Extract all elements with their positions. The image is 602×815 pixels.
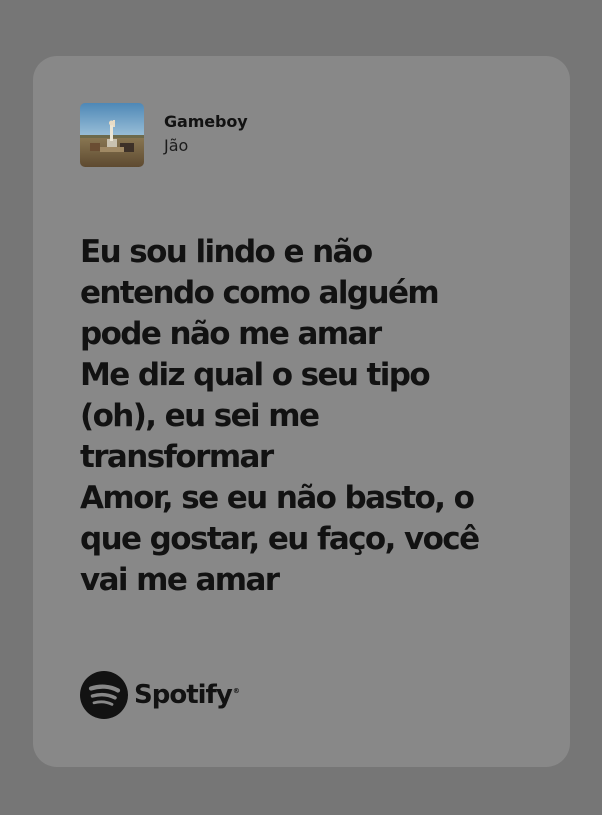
spotify-brand: Spotify ® (80, 671, 240, 719)
lyrics-card: Gameboy Jão Eu sou lindo e não entendo c… (33, 56, 570, 767)
lyric-line: (oh), eu sei me (80, 398, 320, 434)
spotify-logo-icon (80, 671, 128, 719)
track-header: Gameboy Jão (80, 103, 248, 167)
lyric-line: que gostar, eu faço, você (80, 521, 480, 557)
lyric-line: vai me amar (80, 562, 280, 598)
album-cover (80, 103, 144, 167)
track-artist: Jão (164, 136, 189, 155)
lyric-line: transformar (80, 439, 274, 475)
track-meta: Gameboy Jão (164, 112, 248, 158)
lyric-line: Amor, se eu não basto, o (80, 480, 475, 516)
lyric-line: pode não me amar (80, 316, 382, 352)
lyric-line: Me diz qual o seu tipo (80, 357, 431, 393)
brand-name: Spotify (134, 680, 233, 710)
share-page: Gameboy Jão Eu sou lindo e não entendo c… (0, 0, 602, 815)
registered-mark: ® (232, 687, 240, 695)
lyric-line: Eu sou lindo e não (80, 234, 373, 270)
lyric-line: entendo como alguém (80, 275, 440, 311)
track-title: Gameboy (164, 112, 248, 131)
lyrics-block: Eu sou lindo e não entendo como alguém p… (80, 232, 550, 601)
